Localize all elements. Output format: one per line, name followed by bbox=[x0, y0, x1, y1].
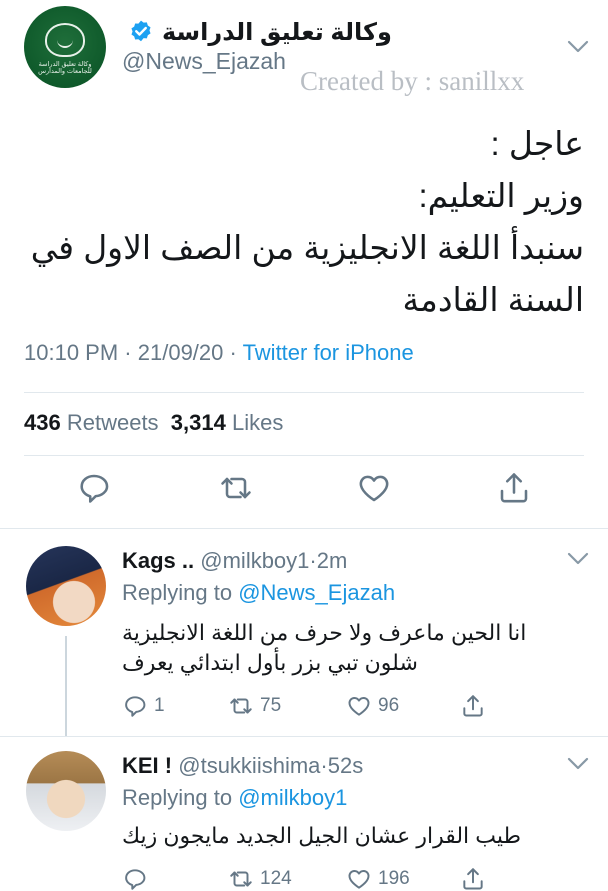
main-tweet: وكالة تعليق الدراسة للجامعات والمدارس وك… bbox=[0, 0, 608, 530]
meta-separator: · bbox=[124, 340, 132, 365]
tweet-source-link[interactable]: Twitter for iPhone bbox=[243, 340, 414, 365]
tweet-line: وزير التعليم: bbox=[418, 177, 584, 214]
section-separator bbox=[0, 528, 608, 529]
retweet-count: 75 bbox=[260, 695, 282, 716]
tweet-time[interactable]: 10:10 PM bbox=[24, 340, 118, 365]
reply-time: 2m bbox=[316, 548, 348, 573]
chevron-down-icon[interactable] bbox=[567, 552, 589, 566]
author-name-row[interactable]: وكالة تعليق الدراسة bbox=[128, 14, 468, 50]
tweet-line: السنة القادمة bbox=[402, 281, 584, 318]
meta-separator: · bbox=[309, 548, 317, 573]
likes-stat[interactable]: 3,314 Likes bbox=[171, 410, 284, 435]
account-avatar[interactable]: وكالة تعليق الدراسة للجامعات والمدارس bbox=[24, 6, 106, 88]
like-icon[interactable] bbox=[356, 470, 392, 506]
meta-separator: · bbox=[229, 340, 237, 365]
retweet-count: 124 bbox=[260, 868, 292, 889]
reply-author-name[interactable]: Kags .. bbox=[122, 548, 194, 573]
reply-body: طيب القرار عشان الجيل الجديد مايجون زيك bbox=[122, 821, 582, 851]
share-icon bbox=[463, 695, 483, 717]
like-icon bbox=[348, 870, 370, 889]
tweet-line: سنبدأ اللغة الانجليزية من الصف الاول في bbox=[30, 229, 584, 266]
replying-to-label: Replying to bbox=[122, 785, 233, 810]
tweet-body: عاجل : وزير التعليم: سنبدأ اللغة الانجلي… bbox=[14, 118, 584, 326]
replying-to-label: Replying to bbox=[122, 580, 233, 605]
reply-action-bar: 124 196 bbox=[122, 865, 502, 891]
share-icon[interactable] bbox=[496, 470, 532, 506]
reply-header: KEI ! @tsukkiishima·52s bbox=[122, 753, 363, 779]
reply-header: Kags .. @milkboy1·2m bbox=[122, 548, 347, 574]
chevron-down-icon[interactable] bbox=[567, 40, 589, 54]
reply-count: 1 bbox=[154, 695, 165, 716]
reply-tweet[interactable]: Kags .. @milkboy1·2m Replying to @News_E… bbox=[0, 530, 608, 736]
retweet-button[interactable]: 75 bbox=[228, 692, 281, 720]
retweets-count: 436 bbox=[24, 410, 61, 435]
reply-time: 52s bbox=[327, 753, 364, 778]
tweet-date[interactable]: 21/09/20 bbox=[138, 340, 224, 365]
author-handle[interactable]: @News_Ejazah bbox=[122, 48, 286, 75]
share-button[interactable] bbox=[460, 692, 492, 720]
like-count: 196 bbox=[378, 868, 410, 889]
author-display-name: وكالة تعليق الدراسة bbox=[162, 18, 392, 46]
avatar-caption: وكالة تعليق الدراسة للجامعات والمدارس bbox=[38, 61, 92, 75]
engagement-stats: 436 Retweets 3,314 Likes bbox=[24, 410, 283, 436]
reply-icon bbox=[125, 869, 146, 890]
retweet-button[interactable]: 124 bbox=[228, 865, 292, 891]
share-icon bbox=[463, 868, 483, 890]
divider bbox=[24, 455, 584, 456]
emblem-logo bbox=[45, 23, 85, 57]
share-button[interactable] bbox=[460, 865, 492, 891]
replying-to-link[interactable]: @News_Ejazah bbox=[238, 580, 395, 605]
reply-author-handle[interactable]: @tsukkiishima bbox=[178, 753, 320, 778]
tweet-line: عاجل : bbox=[490, 125, 584, 162]
divider bbox=[24, 392, 584, 393]
reply-body: انا الحين ماعرف ولا حرف من اللغة الانجلي… bbox=[122, 618, 582, 678]
avatar[interactable] bbox=[26, 751, 106, 831]
reply-line: شلون تبي بزر بأول ابتدائي يعرف bbox=[122, 650, 418, 675]
reply-line: انا الحين ماعرف ولا حرف من اللغة الانجلي… bbox=[122, 620, 527, 645]
chevron-down-icon[interactable] bbox=[567, 757, 589, 771]
tweet-action-bar bbox=[0, 470, 608, 514]
tweet-meta: 10:10 PM · 21/09/20 · Twitter for iPhone bbox=[24, 340, 414, 366]
reply-icon[interactable] bbox=[76, 470, 112, 506]
reply-tweet[interactable]: KEI ! @tsukkiishima·52s Replying to @mil… bbox=[0, 737, 608, 891]
like-button[interactable]: 196 bbox=[346, 865, 410, 891]
reply-button[interactable]: 1 bbox=[122, 692, 165, 720]
replying-to: Replying to @milkboy1 bbox=[122, 785, 347, 811]
reply-button[interactable] bbox=[122, 865, 154, 891]
thread-connector-line bbox=[65, 636, 67, 736]
reply-icon bbox=[125, 696, 146, 717]
retweet-icon bbox=[230, 871, 252, 887]
reply-line: طيب القرار عشان الجيل الجديد مايجون زيك bbox=[122, 823, 522, 848]
like-button[interactable]: 96 bbox=[346, 692, 399, 720]
avatar-caption-line-1: وكالة تعليق الدراسة bbox=[38, 61, 92, 68]
like-icon bbox=[348, 697, 370, 716]
replying-to: Replying to @News_Ejazah bbox=[122, 580, 395, 606]
avatar-caption-line-2: للجامعات والمدارس bbox=[38, 68, 92, 75]
verified-badge-icon bbox=[131, 20, 151, 42]
retweet-icon[interactable] bbox=[218, 470, 254, 506]
retweet-icon bbox=[230, 698, 252, 714]
reply-action-bar: 1 75 96 bbox=[122, 692, 502, 722]
likes-label: Likes bbox=[231, 410, 284, 435]
meta-separator: · bbox=[320, 753, 328, 778]
watermark-text: Created by : sanillxx bbox=[300, 66, 525, 96]
reply-author-name[interactable]: KEI ! bbox=[122, 753, 172, 778]
likes-count: 3,314 bbox=[170, 410, 226, 435]
avatar[interactable] bbox=[26, 546, 106, 626]
replying-to-link[interactable]: @milkboy1 bbox=[238, 785, 347, 810]
retweets-stat[interactable]: 436 Retweets bbox=[24, 410, 159, 435]
like-count: 96 bbox=[378, 695, 400, 716]
reply-author-handle[interactable]: @milkboy1 bbox=[200, 548, 309, 573]
retweets-label: Retweets bbox=[66, 410, 159, 435]
